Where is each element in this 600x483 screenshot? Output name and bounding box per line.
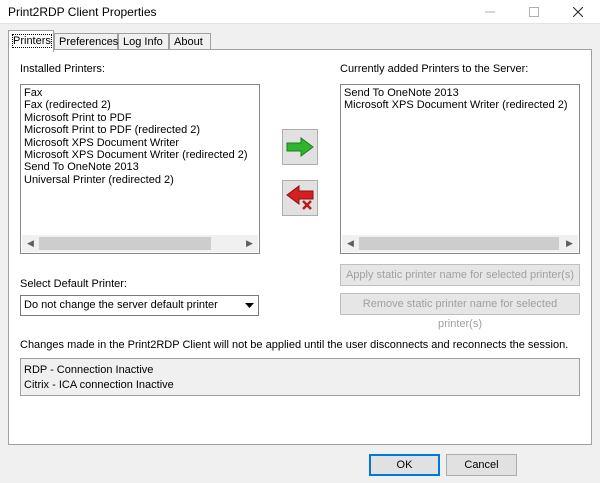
default-printer-select[interactable]: Do not change the server default printer [20,295,259,316]
maximize-button[interactable] [512,0,556,24]
server-printers-label: Currently added Printers to the Server: [340,63,529,75]
connection-status-box: RDP - Connection Inactive Citrix - ICA co… [20,358,580,396]
installed-printer-item[interactable]: Microsoft XPS Document Writer (redirecte… [24,149,257,161]
installed-printer-item[interactable]: Universal Printer (redirected 2) [24,174,257,186]
cancel-button[interactable]: Cancel [446,454,517,476]
server-printer-item[interactable]: Send To OneNote 2013 [344,87,577,99]
scroll-thumb[interactable] [39,237,211,250]
installed-printers-items: Fax Fax (redirected 2) Microsoft Print to … [24,87,257,186]
status-line: Citrix - ICA connection Inactive [24,379,174,391]
chevron-down-icon[interactable] [241,297,257,314]
scroll-left-icon[interactable]: ◀ [342,235,359,252]
window-title: Print2RDP Client Properties [8,5,157,19]
installed-printer-item[interactable]: Fax (redirected 2) [24,99,257,111]
remove-static-name-button[interactable]: Remove static printer name for selected … [340,293,580,330]
installed-printer-item[interactable]: Microsoft Print to PDF (redirected 2) [24,124,257,136]
minimize-button[interactable] [468,0,512,24]
ok-button[interactable]: OK [369,454,440,476]
title-bar: Print2RDP Client Properties [0,0,600,24]
installed-printer-item[interactable]: Send To OneNote 2013 [24,161,257,173]
default-printer-value: Do not change the server default printer [24,299,218,311]
green-right-arrow-icon [286,137,314,157]
scroll-thumb[interactable] [359,237,559,250]
maximize-icon [529,7,539,17]
status-line: RDP - Connection Inactive [24,364,154,376]
default-printer-label: Select Default Printer: [20,278,127,290]
connection-status-items: RDP - Connection Inactive Citrix - ICA co… [24,363,174,393]
scroll-left-icon[interactable]: ◀ [22,235,39,252]
tab-printers[interactable]: Printers [8,30,54,52]
scroll-right-icon[interactable]: ▶ [241,235,258,252]
notice-text: Changes made in the Print2RDP Client wil… [20,339,569,351]
close-button[interactable] [556,0,600,24]
minimize-icon [485,11,495,13]
apply-static-name-button[interactable]: Apply static printer name for selected p… [340,264,580,286]
server-printers-list[interactable]: Send To OneNote 2013 Microsoft XPS Docume… [340,84,580,254]
red-left-arrow-with-x-icon [286,185,314,210]
installed-printer-item[interactable]: Microsoft Print to PDF [24,112,257,124]
add-printer-button[interactable] [282,129,318,165]
server-hscrollbar[interactable]: ◀ ▶ [342,235,578,252]
remove-printer-button[interactable] [282,180,318,216]
installed-printers-list[interactable]: Fax Fax (redirected 2) Microsoft Print to … [20,84,260,254]
installed-printer-item[interactable]: Microsoft XPS Document Writer [24,137,257,149]
server-printer-item[interactable]: Microsoft XPS Document Writer (redirecte… [344,99,577,111]
installed-printers-label: Installed Printers: [20,63,105,75]
close-icon [573,7,583,17]
server-printers-items: Send To OneNote 2013 Microsoft XPS Docume… [344,87,577,112]
installed-printer-item[interactable]: Fax [24,87,257,99]
scroll-right-icon[interactable]: ▶ [561,235,578,252]
installed-hscrollbar[interactable]: ◀ ▶ [22,235,258,252]
